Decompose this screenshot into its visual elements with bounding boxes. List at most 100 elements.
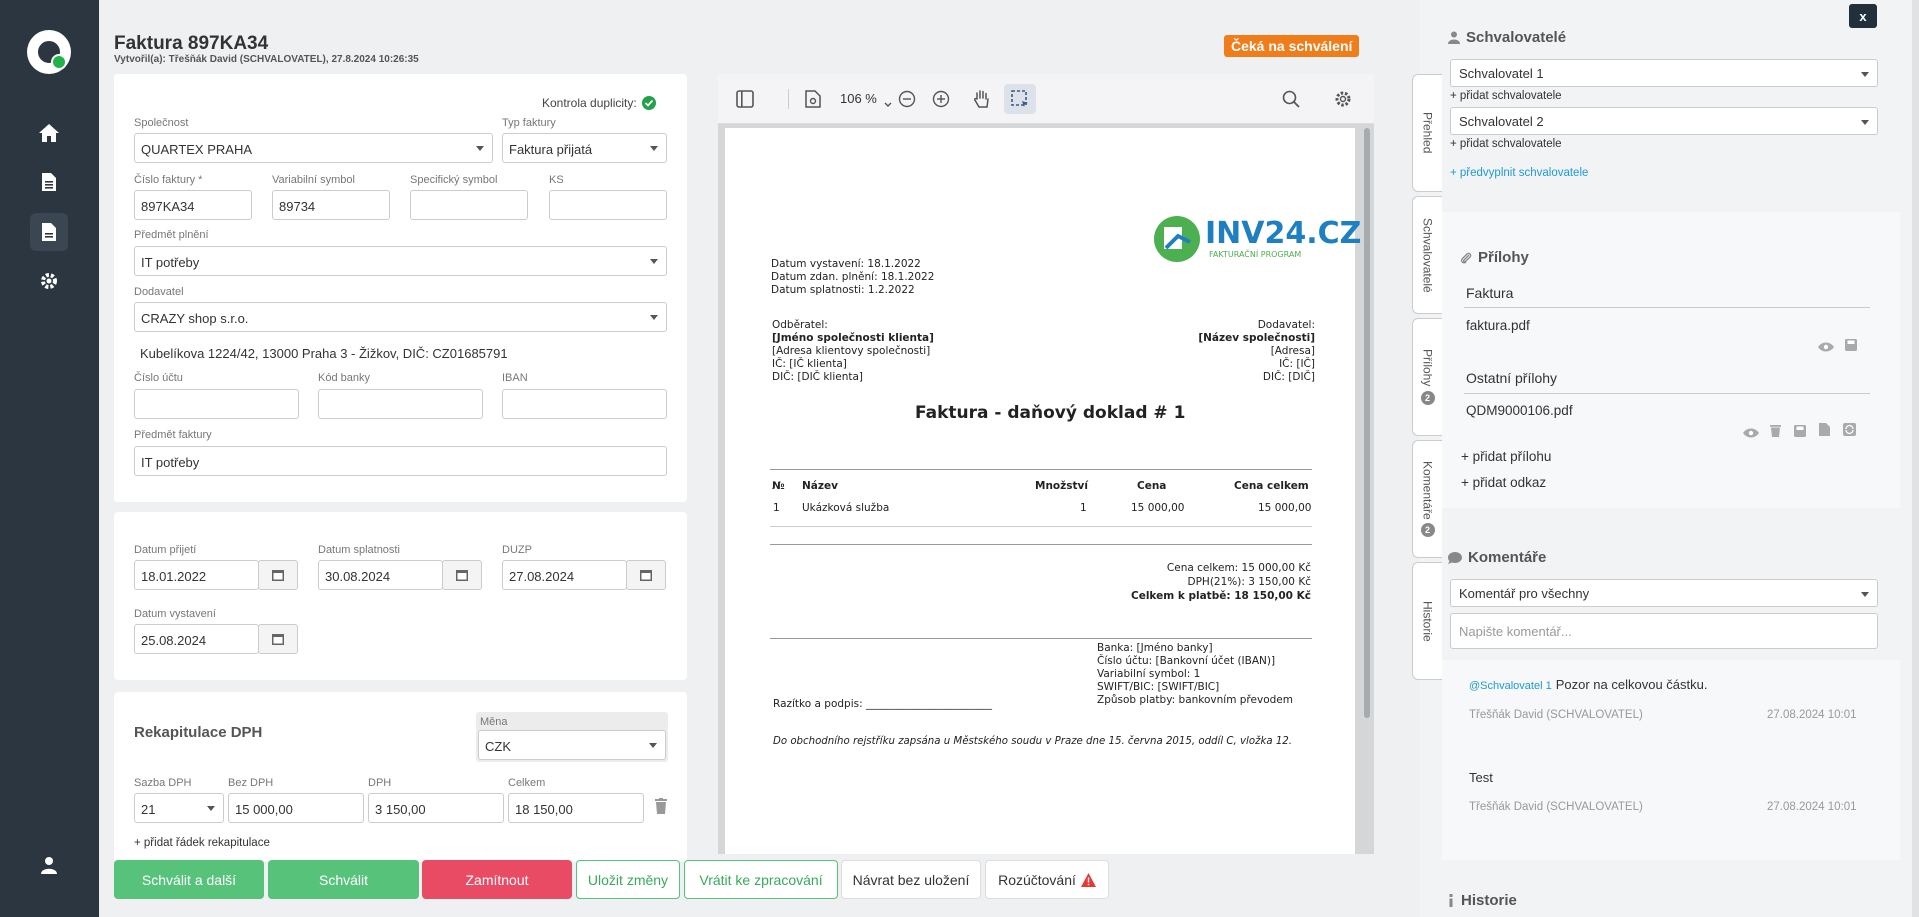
pdf-settings-icon[interactable] <box>1334 90 1352 113</box>
accounting-split-button[interactable]: Rozúčtování <box>985 860 1109 899</box>
page-fit-icon[interactable] <box>805 90 821 113</box>
invoice-icon[interactable] <box>30 213 68 251</box>
search-icon[interactable] <box>1282 90 1300 113</box>
approve-next-button[interactable]: Schválit a další <box>114 860 264 899</box>
variable-symbol-input[interactable]: 89734 <box>272 190 390 220</box>
zoom-out-icon[interactable] <box>898 90 916 113</box>
chevron-down-icon[interactable] <box>884 95 892 113</box>
base-input[interactable]: 15 000,00 <box>228 793 364 823</box>
tab-prehled[interactable]: Přehled <box>1412 74 1442 192</box>
comment-1-mention[interactable]: @Schvalovatel 1 <box>1469 680 1552 692</box>
add-approver-link-1[interactable]: + přidat schvalovatele <box>1450 90 1562 102</box>
vat-rate-select[interactable]: 21 <box>134 793 224 823</box>
eye-icon[interactable] <box>1818 339 1834 357</box>
specific-symbol-input[interactable] <box>410 190 528 220</box>
currency-select[interactable]: CZK <box>478 730 666 760</box>
invoice-number-input[interactable]: 897KA34 <box>134 190 252 220</box>
total-input[interactable]: 18 150,00 <box>508 793 644 823</box>
trash-icon[interactable] <box>655 798 667 819</box>
save-icon[interactable] <box>1845 338 1857 356</box>
company-select[interactable]: QUARTEX PRAHA <box>134 133 493 163</box>
marquee-select-icon[interactable] <box>1004 84 1036 114</box>
calendar-icon[interactable] <box>258 560 298 590</box>
zoom-level[interactable]: 106 % <box>840 91 877 106</box>
app-logo[interactable] <box>27 30 71 74</box>
iban-input[interactable] <box>502 389 667 419</box>
pdf-footer: Do obchodního rejstříku zapsána u Městsk… <box>773 736 1293 747</box>
approver-2-value: Schvalovatel 2 <box>1459 114 1544 129</box>
invoice-subject-input[interactable]: IT potřeby <box>134 446 667 476</box>
subject-select[interactable]: IT potřeby <box>134 246 667 276</box>
tab-historie[interactable]: Historie <box>1412 562 1442 680</box>
due-date-input[interactable]: 30.08.2024 <box>318 560 443 590</box>
save-changes-button[interactable]: Uložit změny <box>576 860 680 899</box>
account-number-input[interactable] <box>134 389 299 419</box>
comment-2-text: Test <box>1469 770 1493 785</box>
bank-code-input[interactable] <box>318 389 483 419</box>
reject-button[interactable]: Zamítnout <box>422 860 572 899</box>
invoice-type-select[interactable]: Faktura přijatá <box>502 133 667 163</box>
duzp-input[interactable]: 27.08.2024 <box>502 560 627 590</box>
close-button[interactable]: x <box>1849 4 1877 28</box>
comment-scope-select[interactable]: Komentář pro všechny <box>1450 579 1878 607</box>
pdf-col-name: Název <box>802 480 838 492</box>
tab-komentare[interactable]: Komentáře 2 <box>1412 440 1442 558</box>
invoice-file-name[interactable]: faktura.pdf <box>1466 318 1530 333</box>
delete-icon[interactable] <box>1770 424 1781 442</box>
calendar-icon[interactable] <box>442 560 482 590</box>
invoice-type-value: Faktura přijatá <box>509 142 593 157</box>
received-date-input[interactable]: 18.01.2022 <box>134 560 259 590</box>
duplicity-label: Kontrola duplicity: <box>542 96 637 110</box>
pdf-col-price: Cena <box>1137 480 1167 492</box>
pdf-date-due: Datum splatnosti: 1.2.2022 <box>771 284 915 296</box>
prefill-approvers-link[interactable]: + předvyplnit schvalovatele <box>1450 167 1588 179</box>
zoom-in-icon[interactable] <box>932 90 950 113</box>
invoice-number-label: Číslo faktury * <box>134 174 203 186</box>
back-without-save-button[interactable]: Návrat bez uložení <box>841 860 981 899</box>
pdf-col-no: № <box>772 480 785 492</box>
eye-icon[interactable] <box>1743 425 1759 443</box>
bank-code-label: Kód banky <box>318 372 370 384</box>
issue-date-input[interactable]: 25.08.2024 <box>134 624 259 654</box>
pdf-row-price: 15 000,00 <box>1131 502 1185 514</box>
settings-gear-icon[interactable] <box>30 262 68 300</box>
pdf-scrollbar[interactable] <box>1364 128 1370 718</box>
replace-icon[interactable] <box>1843 423 1856 441</box>
received-date-label: Datum přijetí <box>134 544 197 556</box>
add-approver-link-2[interactable]: + přidat schvalovatele <box>1450 138 1562 150</box>
add-link-link[interactable]: + přidat odkaz <box>1461 475 1546 490</box>
pdf-page: INV24.CZ FAKTURAČNÍ PROGRAM Datum vystav… <box>725 128 1361 854</box>
approver-2-select[interactable]: Schvalovatel 2 <box>1450 107 1878 135</box>
sidebar-toggle-icon[interactable] <box>736 90 754 113</box>
calendar-icon[interactable] <box>626 560 666 590</box>
vat-input[interactable]: 3 150,00 <box>368 793 504 823</box>
calendar-icon[interactable] <box>258 624 298 654</box>
home-icon[interactable] <box>30 114 68 152</box>
pdf-payment: Způsob platby: bankovním převodem <box>1097 694 1293 706</box>
panel-scrollbar[interactable] <box>1912 0 1919 917</box>
subject-label: Předmět plnění <box>134 229 209 241</box>
hand-tool-icon[interactable] <box>973 89 991 114</box>
approve-button[interactable]: Schválit <box>268 860 419 899</box>
approver-1-select[interactable]: Schvalovatel 1 <box>1450 59 1878 87</box>
file-icon[interactable] <box>1819 423 1830 441</box>
other-file-name[interactable]: QDM9000106.pdf <box>1466 403 1573 418</box>
pdf-date-taxable: Datum zdan. plnění: 18.1.2022 <box>771 271 935 283</box>
pdf-col-total: Cena celkem <box>1234 480 1309 492</box>
inv24-logo-icon <box>1152 214 1202 264</box>
add-attachment-link[interactable]: + přidat přílohu <box>1461 449 1551 464</box>
tab-prilohy-badge: 2 <box>1420 390 1435 405</box>
tab-schvalovatele[interactable]: Schvalovatelé <box>1412 196 1442 314</box>
supplier-select[interactable]: CRAZY shop s.r.o. <box>134 302 667 332</box>
user-icon[interactable] <box>30 846 68 884</box>
document-icon[interactable] <box>30 163 68 201</box>
tab-prilohy[interactable]: Přílohy 2 <box>1412 318 1442 436</box>
add-vat-row-link[interactable]: + přidat řádek rekapitulace <box>134 837 270 849</box>
return-to-processing-button[interactable]: Vrátit ke zpracování <box>684 860 838 899</box>
save-icon[interactable] <box>1794 424 1806 442</box>
comment-input[interactable]: Napište komentář... <box>1450 613 1878 649</box>
warning-icon <box>1080 872 1096 887</box>
invoice-type-label: Typ faktury <box>502 117 556 129</box>
ks-input[interactable] <box>549 190 667 220</box>
pdf-supplier-address: [Adresa] <box>1270 345 1315 357</box>
